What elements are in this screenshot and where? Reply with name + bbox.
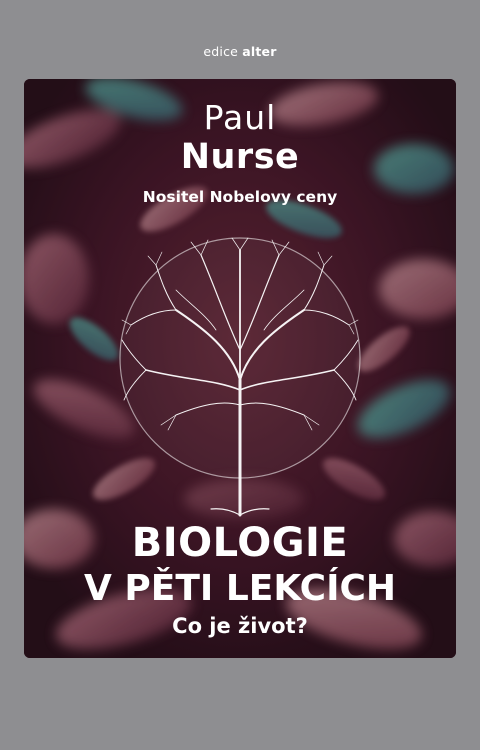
edition-brand: alter bbox=[242, 44, 277, 59]
edition-label: edice alter bbox=[0, 44, 480, 59]
book-title-line-1: BIOLOGIE bbox=[131, 520, 349, 566]
author-note: Nositel Nobelovy ceny bbox=[142, 188, 338, 206]
author-last-name: Nurse bbox=[180, 137, 300, 177]
author-first-name: Paul bbox=[203, 98, 277, 137]
tree-of-life-icon bbox=[119, 237, 361, 517]
book-tagline: Co je život? bbox=[172, 614, 308, 638]
edition-prefix: edice bbox=[203, 44, 239, 59]
book-title-line-2: V PĚTI LEKCÍCH bbox=[83, 568, 397, 609]
